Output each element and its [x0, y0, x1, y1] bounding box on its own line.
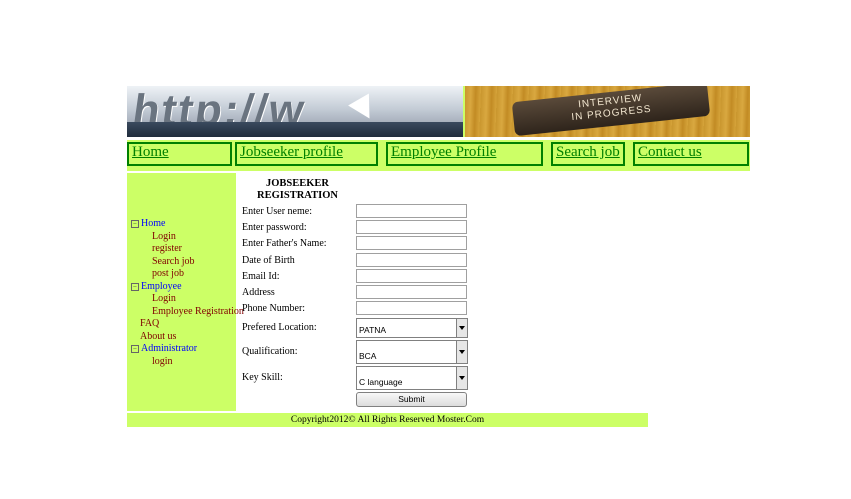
location-select-value: PATNA [359, 325, 387, 335]
phone-label: Phone Number: [242, 303, 306, 314]
collapse-icon[interactable]: − [131, 345, 139, 353]
sidebar-item-login[interactable]: Login [152, 231, 176, 242]
qualification-select-value: BCA [359, 351, 377, 361]
sidebar-item-administrator[interactable]: Administrator [141, 343, 197, 354]
nav-jobseeker-profile[interactable]: Jobseeker profile [235, 142, 378, 166]
key-skill-select-value: C language [359, 377, 403, 387]
sidebar-item-search-job[interactable]: Search job [152, 256, 195, 267]
sidebar-item-employee-login[interactable]: Login [152, 293, 176, 304]
nav-bar: Home Jobseeker profile Employee Profile … [127, 140, 750, 171]
footer-copyright: Copyright2012© All Rights Reserved Moste… [127, 413, 648, 427]
collapse-icon[interactable]: − [131, 282, 139, 291]
dob-input[interactable] [356, 253, 467, 267]
key-skill-select[interactable]: C language [356, 366, 468, 390]
location-select[interactable]: PATNA [356, 318, 468, 338]
email-label: Email Id: [242, 271, 280, 282]
dob-label: Date of Birth [242, 255, 295, 266]
sidebar-item-about-us[interactable]: About us [140, 331, 176, 342]
http-url-image: http://w [127, 86, 463, 137]
sidebar-item-employee[interactable]: Employee [141, 281, 182, 292]
qualification-label: Qualification: [242, 346, 298, 357]
dropdown-arrow-icon[interactable] [456, 367, 467, 389]
password-label: Enter password: [242, 222, 307, 233]
sidebar: − Home Login register Search job post job… [127, 173, 244, 411]
sidebar-item-faq[interactable]: FAQ [140, 318, 159, 329]
email-input[interactable] [356, 269, 467, 283]
nav-employee-profile[interactable]: Employee Profile [386, 142, 543, 166]
phone-input[interactable] [356, 301, 467, 315]
sidebar-item-admin-login[interactable]: login [152, 356, 173, 367]
sidebar-item-post-job[interactable]: post job [152, 268, 184, 279]
location-label: Prefered Location: [242, 322, 317, 333]
form-title-line2: REGISTRATION [257, 190, 338, 201]
dropdown-arrow-icon[interactable] [456, 341, 467, 363]
father-name-label: Enter Father's Name: [242, 238, 327, 249]
sidebar-item-employee-registration[interactable]: Employee Registration [152, 306, 244, 317]
username-label: Enter User neme: [242, 206, 312, 217]
form-title-line1: JOBSEEKER [265, 178, 330, 189]
qualification-select[interactable]: BCA [356, 340, 468, 364]
nav-search-job[interactable]: Search job [551, 142, 625, 166]
interview-plaque: INTERVIEW IN PROGRESS [511, 86, 711, 137]
father-name-input[interactable] [356, 236, 467, 250]
key-skill-label: Key Skill: [242, 372, 283, 383]
interview-sign-image: INTERVIEW IN PROGRESS [465, 86, 750, 137]
sidebar-item-register[interactable]: register [152, 243, 182, 254]
address-label: Address [242, 287, 275, 298]
nav-contact-us[interactable]: Contact us [633, 142, 749, 166]
dropdown-arrow-icon[interactable] [456, 319, 467, 337]
password-input[interactable] [356, 220, 467, 234]
sidebar-item-home[interactable]: Home [141, 218, 165, 229]
submit-button[interactable]: Submit [356, 392, 467, 407]
username-input[interactable] [356, 204, 467, 218]
sidebar-tree: − Home Login register Search job post job… [131, 218, 244, 368]
nav-home[interactable]: Home [127, 142, 232, 166]
cursor-icon [348, 93, 380, 125]
collapse-icon[interactable]: − [131, 220, 139, 228]
banner: http://w INTERVIEW IN PROGRESS [127, 86, 750, 137]
form-title: JOBSEEKER REGISTRATION [245, 178, 350, 202]
banner-slab [127, 122, 463, 137]
address-input[interactable] [356, 285, 467, 299]
